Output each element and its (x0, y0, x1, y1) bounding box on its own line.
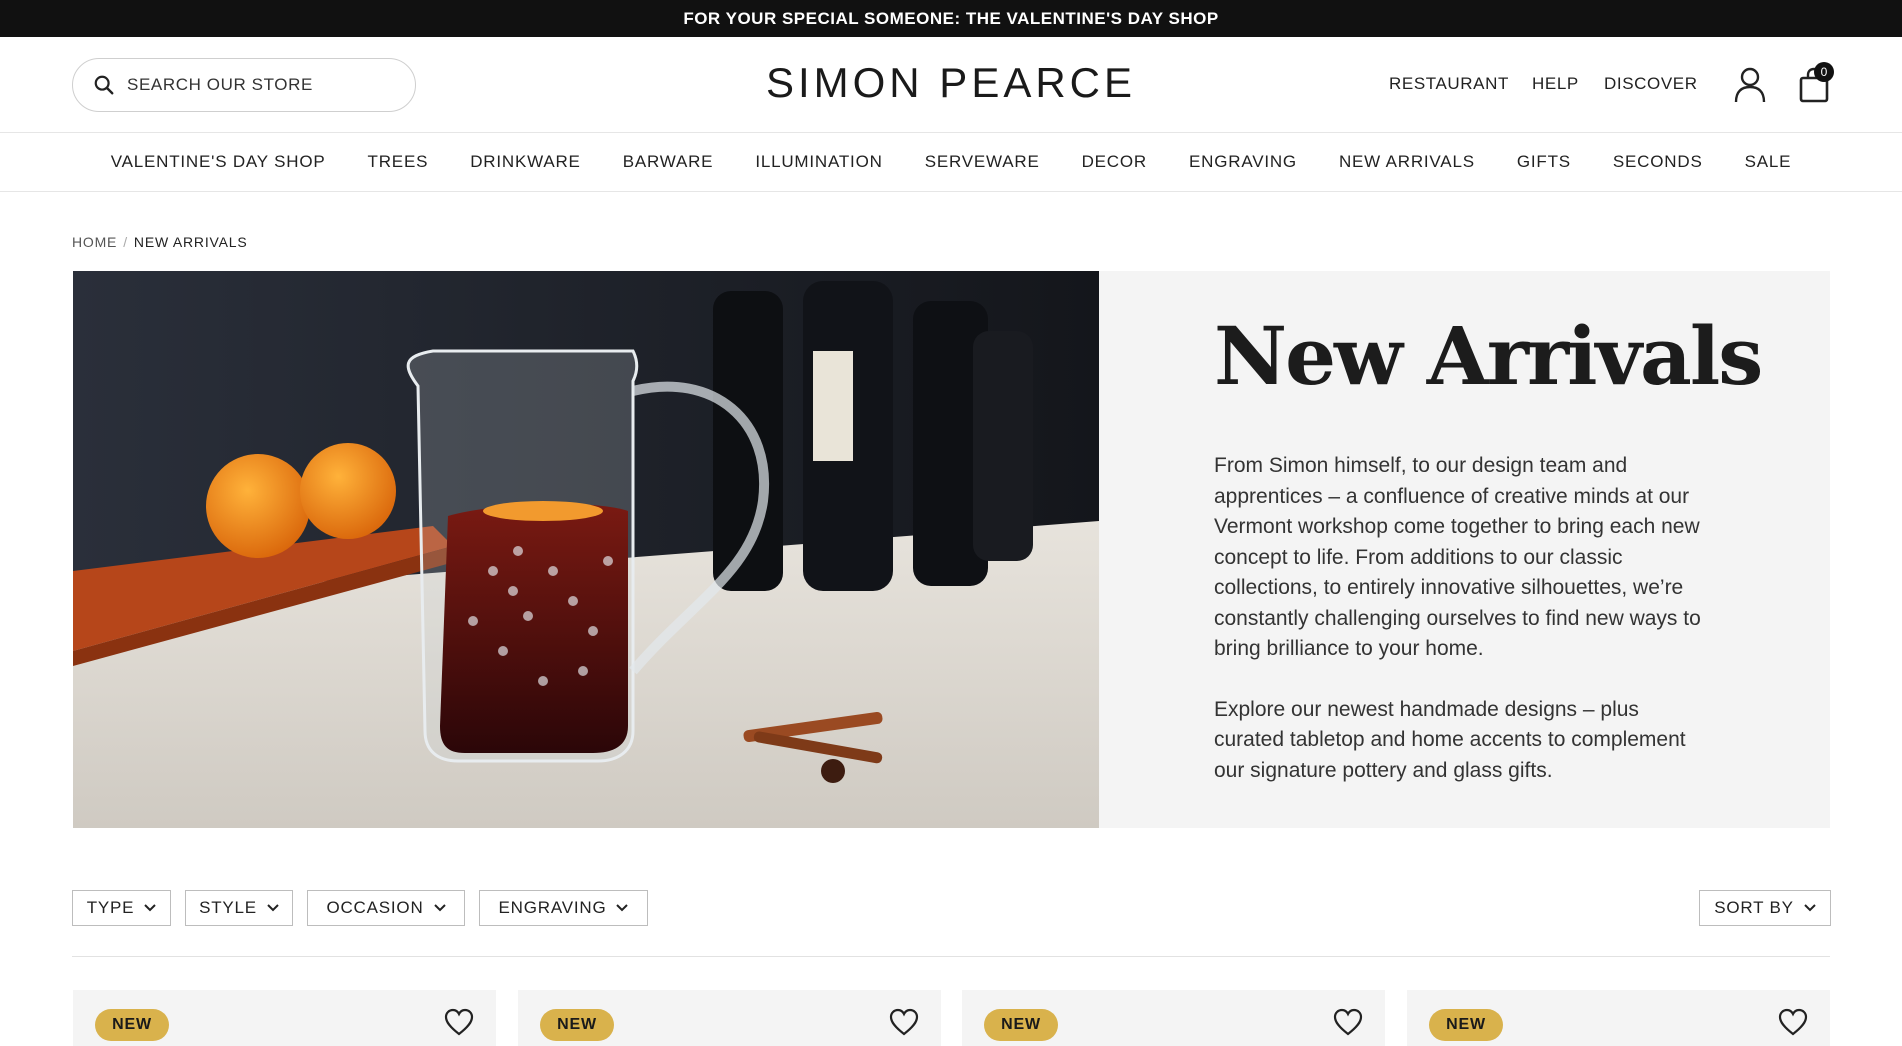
divider (72, 956, 1830, 957)
breadcrumb-separator: / (123, 234, 128, 250)
filter-style-label: STYLE (199, 898, 257, 917)
filter-type[interactable]: TYPE (72, 890, 171, 926)
nav-illumination[interactable]: ILLUMINATION (734, 152, 903, 172)
heart-icon[interactable] (1778, 1008, 1808, 1036)
hero-description: From Simon himself, to our design team a… (1214, 451, 1714, 786)
nav-link-help[interactable]: HELP (1532, 74, 1579, 94)
filter-engraving-label: ENGRAVING (498, 898, 607, 917)
chevron-down-icon (1804, 904, 1816, 912)
heart-icon[interactable] (1333, 1008, 1363, 1036)
search-icon (94, 75, 114, 95)
product-card[interactable]: NEW (73, 990, 496, 1046)
filter-bar: TYPE STYLE OCCASION ENGRAVING SORT BY (0, 890, 1902, 926)
nav-gifts[interactable]: GIFTS (1496, 152, 1592, 172)
filter-type-label: TYPE (86, 898, 135, 917)
account-icon[interactable] (1734, 67, 1766, 103)
search-input[interactable] (127, 75, 407, 95)
nav-serveware[interactable]: SERVEWARE (904, 152, 1061, 172)
sort-by-dropdown[interactable]: SORT BY (1699, 890, 1831, 926)
hero-paragraph-2: Explore our newest handmade designs – pl… (1214, 697, 1686, 782)
new-badge: NEW (540, 1009, 614, 1041)
filter-engraving[interactable]: ENGRAVING (479, 890, 648, 926)
new-badge: NEW (984, 1009, 1058, 1041)
hero-panel: New Arrivals From Simon himself, to our … (1099, 271, 1830, 828)
heart-icon[interactable] (889, 1008, 919, 1036)
new-badge: NEW (95, 1009, 169, 1041)
filter-occasion-label: OCCASION (326, 898, 424, 917)
nav-drinkware[interactable]: DRINKWARE (449, 152, 601, 172)
search-box[interactable] (72, 58, 416, 112)
filter-occasion[interactable]: OCCASION (307, 890, 465, 926)
nav-decor[interactable]: DECOR (1061, 152, 1168, 172)
product-card[interactable]: NEW (1407, 990, 1830, 1046)
filter-style[interactable]: STYLE (185, 890, 293, 926)
main-nav: VALENTINE'S DAY SHOP TREES DRINKWARE BAR… (0, 133, 1902, 192)
hero-image (73, 271, 1099, 828)
nav-sale[interactable]: SALE (1724, 152, 1813, 172)
sort-by-label: SORT BY (1714, 898, 1794, 917)
announcement-text[interactable]: FOR YOUR SPECIAL SOMEONE: THE VALENTINE'… (683, 9, 1218, 29)
hero-paragraph-1: From Simon himself, to our design team a… (1214, 454, 1701, 660)
nav-trees[interactable]: TREES (347, 152, 450, 172)
nav-barware[interactable]: BARWARE (602, 152, 735, 172)
nav-link-discover[interactable]: DISCOVER (1604, 74, 1698, 94)
breadcrumb: HOME / NEW ARRIVALS (72, 234, 248, 250)
chevron-down-icon (433, 904, 446, 912)
new-badge: NEW (1429, 1009, 1503, 1041)
nav-new-arrivals[interactable]: NEW ARRIVALS (1318, 152, 1496, 172)
nav-valentines-day-shop[interactable]: VALENTINE'S DAY SHOP (90, 152, 347, 172)
breadcrumb-home[interactable]: HOME (72, 234, 117, 250)
breadcrumb-current: NEW ARRIVALS (133, 234, 248, 250)
nav-engraving[interactable]: ENGRAVING (1168, 152, 1318, 172)
site-header: SIMON PEARCE RESTAURANT HELP DISCOVER 0 (0, 37, 1902, 133)
product-card[interactable]: NEW (518, 990, 941, 1046)
pitcher-photo (73, 271, 1099, 828)
nav-link-restaurant[interactable]: RESTAURANT (1389, 74, 1509, 94)
chevron-down-icon (616, 904, 629, 912)
product-card[interactable]: NEW (962, 990, 1385, 1046)
page-title: New Arrivals (1214, 309, 1763, 403)
heart-icon[interactable] (444, 1008, 474, 1036)
cart-count-badge: 0 (1814, 62, 1834, 82)
announcement-bar[interactable]: FOR YOUR SPECIAL SOMEONE: THE VALENTINE'… (0, 0, 1902, 37)
site-logo[interactable]: SIMON PEARCE (700, 59, 1202, 109)
chevron-down-icon (267, 904, 279, 912)
nav-seconds[interactable]: SECONDS (1592, 152, 1724, 172)
chevron-down-icon (144, 904, 157, 912)
